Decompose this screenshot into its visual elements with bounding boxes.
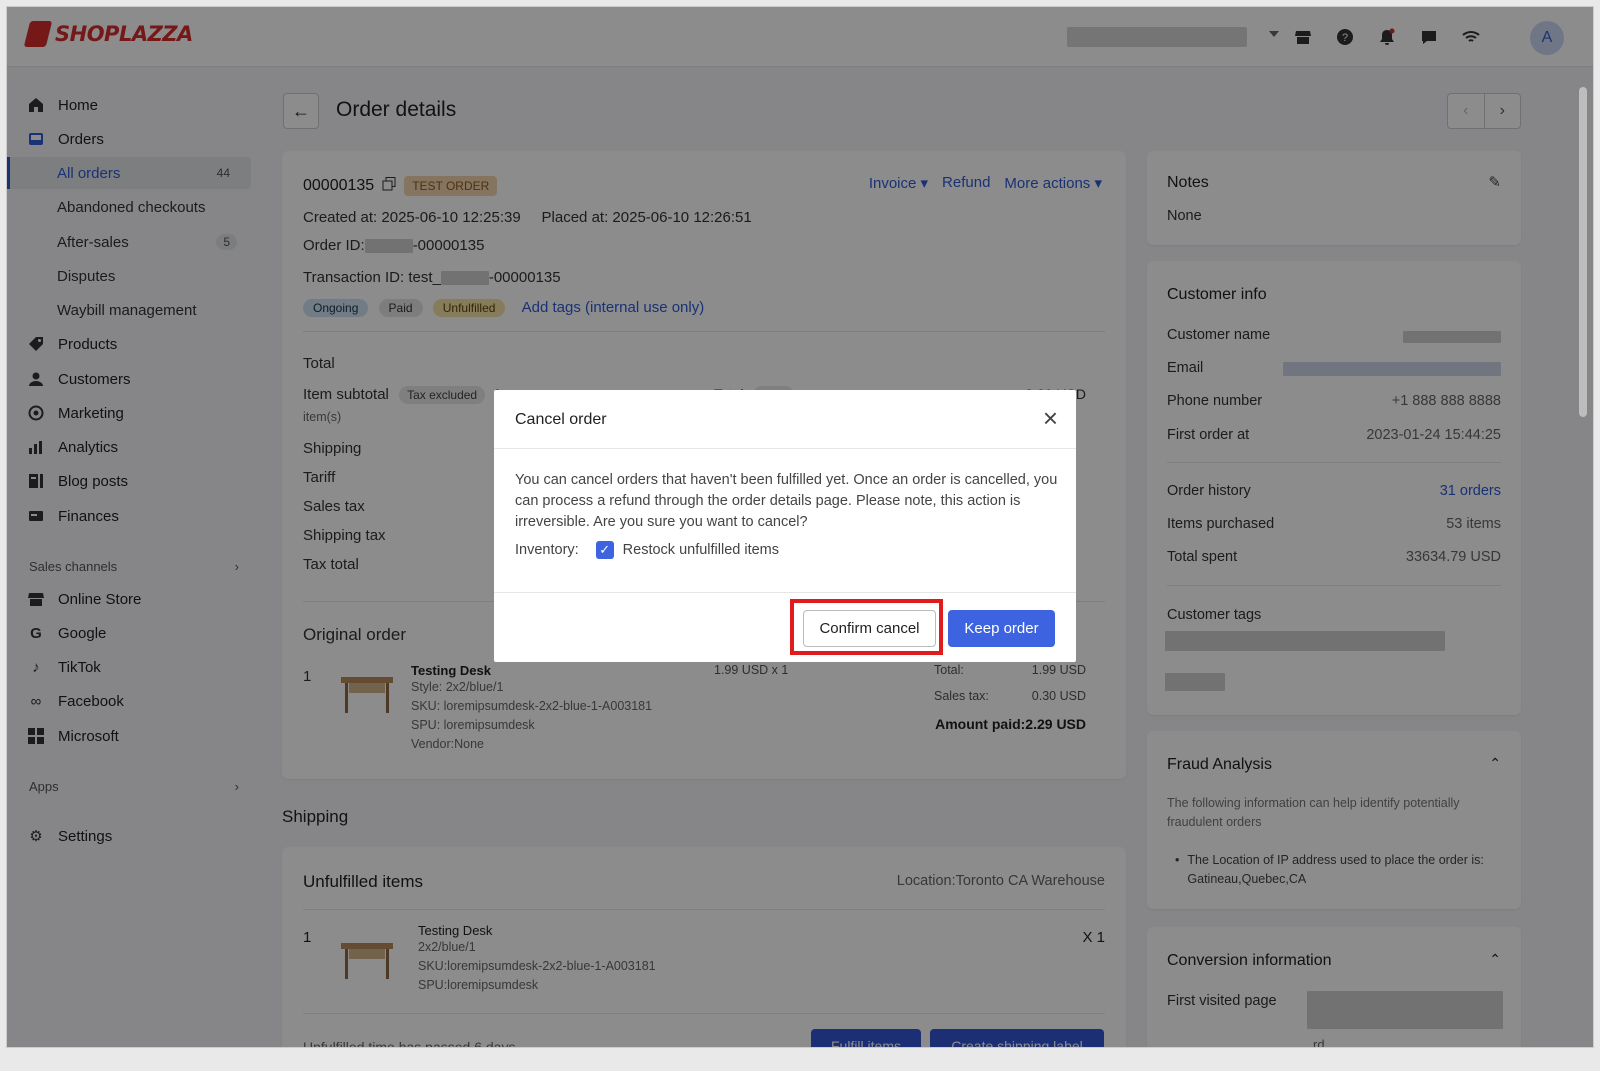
dialog-message: You can cancel orders that haven't been …: [515, 472, 1058, 530]
dialog-title: Cancel order: [515, 411, 607, 428]
close-icon[interactable]: ×: [1043, 405, 1058, 431]
restock-label[interactable]: Restock unfulfilled items: [623, 542, 779, 558]
restock-checkbox[interactable]: ✓: [595, 541, 614, 559]
confirm-cancel-button[interactable]: Confirm cancel: [803, 610, 936, 647]
inventory-label: Inventory:: [515, 542, 579, 558]
divider: [494, 592, 1076, 593]
divider: [494, 448, 1076, 449]
app-window: SHOPLAZZA ? A Home Orders All orders 44 …: [6, 6, 1594, 1048]
scrollbar[interactable]: [1579, 87, 1587, 417]
keep-order-button[interactable]: Keep order: [948, 610, 1055, 647]
inventory-row: Inventory: ✓ Restock unfulfilled items: [515, 541, 779, 559]
cancel-order-dialog: Cancel order × You can cancel orders tha…: [494, 390, 1076, 662]
